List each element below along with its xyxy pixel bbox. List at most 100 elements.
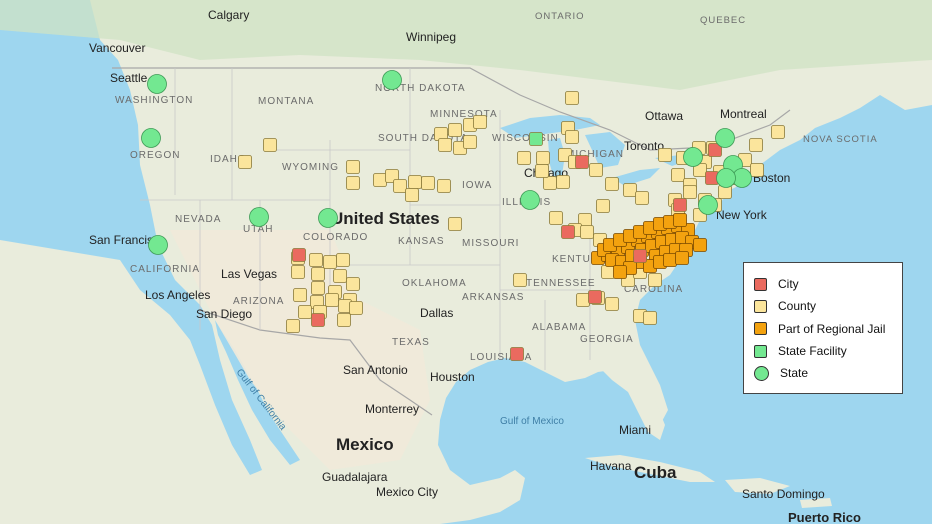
state-marker[interactable] bbox=[141, 128, 161, 148]
county-marker[interactable] bbox=[565, 130, 579, 144]
legend-item-regional-jail: Part of Regional Jail bbox=[754, 318, 902, 340]
county-marker[interactable] bbox=[750, 163, 764, 177]
county-marker[interactable] bbox=[373, 173, 387, 187]
city-marker[interactable] bbox=[311, 313, 325, 327]
county-marker[interactable] bbox=[549, 211, 563, 225]
label-state-montana: MONTANA bbox=[258, 96, 314, 107]
county-marker[interactable] bbox=[393, 179, 407, 193]
county-marker[interactable] bbox=[556, 175, 570, 189]
state-marker[interactable] bbox=[716, 168, 736, 188]
regional-marker[interactable] bbox=[673, 213, 687, 227]
state-marker[interactable] bbox=[148, 235, 168, 255]
county-marker[interactable] bbox=[543, 176, 557, 190]
legend-swatch-state-facility bbox=[754, 344, 767, 358]
label-state-washington: WASHINGTON bbox=[115, 95, 193, 106]
county-marker[interactable] bbox=[421, 176, 435, 190]
county-marker[interactable] bbox=[298, 305, 312, 319]
county-marker[interactable] bbox=[605, 297, 619, 311]
county-marker[interactable] bbox=[438, 138, 452, 152]
city-marker[interactable] bbox=[588, 290, 602, 304]
county-marker[interactable] bbox=[596, 199, 610, 213]
county-marker[interactable] bbox=[333, 269, 347, 283]
label-city-winnipeg: Winnipeg bbox=[406, 30, 456, 44]
label-city-seattle: Seattle bbox=[110, 71, 148, 85]
county-marker[interactable] bbox=[448, 217, 462, 231]
legend-swatch-state bbox=[754, 365, 769, 381]
county-marker[interactable] bbox=[238, 155, 252, 169]
label-city-monterrey: Monterrey bbox=[365, 402, 419, 416]
county-marker[interactable] bbox=[405, 188, 419, 202]
county-marker[interactable] bbox=[311, 267, 325, 281]
city-marker[interactable] bbox=[633, 249, 647, 263]
county-marker[interactable] bbox=[346, 160, 360, 174]
county-marker[interactable] bbox=[346, 277, 360, 291]
label-city-havana: Havana bbox=[590, 459, 632, 473]
regional-marker[interactable] bbox=[693, 238, 707, 252]
legend-label-county: County bbox=[778, 299, 817, 314]
county-marker[interactable] bbox=[535, 164, 549, 178]
county-marker[interactable] bbox=[683, 185, 697, 199]
county-marker[interactable] bbox=[576, 293, 590, 307]
county-marker[interactable] bbox=[346, 176, 360, 190]
facility-map[interactable]: United States Mexico Cuba WASHINGTON ORE… bbox=[0, 0, 932, 524]
county-marker[interactable] bbox=[448, 123, 462, 137]
county-marker[interactable] bbox=[671, 168, 685, 182]
city-marker[interactable] bbox=[510, 347, 524, 361]
county-marker[interactable] bbox=[408, 175, 422, 189]
county-marker[interactable] bbox=[263, 138, 277, 152]
county-marker[interactable] bbox=[336, 253, 350, 267]
state-marker[interactable] bbox=[683, 147, 703, 167]
county-marker[interactable] bbox=[349, 301, 363, 315]
county-marker[interactable] bbox=[513, 273, 527, 287]
label-state-iowa: IOWA bbox=[462, 180, 492, 191]
label-state-tennessee: TENNESSEE bbox=[526, 278, 596, 289]
county-marker[interactable] bbox=[286, 319, 300, 333]
county-marker[interactable] bbox=[623, 183, 637, 197]
county-marker[interactable] bbox=[323, 255, 337, 269]
county-marker[interactable] bbox=[648, 273, 662, 287]
county-marker[interactable] bbox=[601, 265, 615, 279]
county-marker[interactable] bbox=[536, 151, 550, 165]
state-marker[interactable] bbox=[715, 128, 735, 148]
legend-label-regional-jail: Part of Regional Jail bbox=[778, 321, 886, 336]
county-marker[interactable] bbox=[309, 253, 323, 267]
county-marker[interactable] bbox=[337, 313, 351, 327]
county-marker[interactable] bbox=[473, 115, 487, 129]
county-marker[interactable] bbox=[771, 125, 785, 139]
state-marker[interactable] bbox=[249, 207, 269, 227]
label-state-minnesota: MINNESOTA bbox=[430, 109, 498, 120]
label-state-oregon: OREGON bbox=[130, 150, 180, 161]
city-marker[interactable] bbox=[292, 248, 306, 262]
regional-marker[interactable] bbox=[663, 253, 677, 267]
city-marker[interactable] bbox=[575, 155, 589, 169]
legend-swatch-regional-jail bbox=[754, 322, 767, 336]
county-marker[interactable] bbox=[517, 151, 531, 165]
state-marker[interactable] bbox=[318, 208, 338, 228]
label-state-texas: TEXAS bbox=[392, 337, 430, 348]
city-marker[interactable] bbox=[561, 225, 575, 239]
facility-marker[interactable] bbox=[529, 132, 543, 146]
label-city-new-york: New York bbox=[716, 208, 768, 222]
state-marker[interactable] bbox=[147, 74, 167, 94]
state-marker[interactable] bbox=[382, 70, 402, 90]
county-marker[interactable] bbox=[643, 311, 657, 325]
county-marker[interactable] bbox=[463, 135, 477, 149]
state-marker[interactable] bbox=[520, 190, 540, 210]
city-marker[interactable] bbox=[673, 198, 687, 212]
regional-marker[interactable] bbox=[613, 265, 627, 279]
county-marker[interactable] bbox=[293, 288, 307, 302]
county-marker[interactable] bbox=[437, 179, 451, 193]
county-marker[interactable] bbox=[565, 91, 579, 105]
county-marker[interactable] bbox=[589, 163, 603, 177]
label-city-calgary: Calgary bbox=[208, 8, 249, 22]
county-marker[interactable] bbox=[291, 265, 305, 279]
county-marker[interactable] bbox=[605, 177, 619, 191]
county-marker[interactable] bbox=[749, 138, 763, 152]
county-marker[interactable] bbox=[311, 281, 325, 295]
county-marker[interactable] bbox=[580, 225, 594, 239]
county-marker[interactable] bbox=[635, 191, 649, 205]
county-marker[interactable] bbox=[325, 293, 339, 307]
county-marker[interactable] bbox=[658, 148, 672, 162]
regional-marker[interactable] bbox=[675, 251, 689, 265]
state-marker[interactable] bbox=[698, 195, 718, 215]
